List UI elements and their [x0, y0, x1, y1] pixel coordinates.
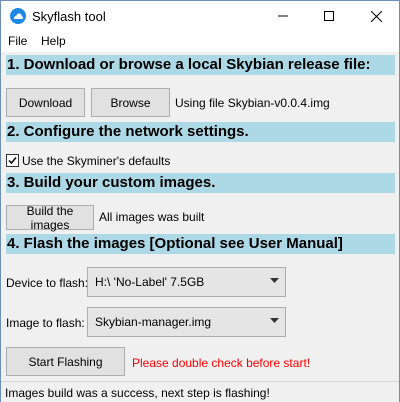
- maximize-icon: [324, 11, 334, 21]
- start-flashing-button[interactable]: Start Flashing: [6, 347, 125, 376]
- browse-button[interactable]: Browse: [91, 88, 170, 117]
- section-network-header: 2. Configure the network settings.: [6, 122, 395, 142]
- release-file-status: Using file Skybian-v0.0.4.img: [175, 96, 330, 110]
- status-message: Images build was a success, next step is…: [5, 386, 270, 400]
- flash-warning: Please double check before start!: [132, 356, 311, 370]
- menu-file[interactable]: File: [8, 34, 27, 48]
- checkmark-icon: [8, 157, 17, 165]
- device-select[interactable]: H:\ 'No-Label' 7.5GB: [87, 267, 286, 297]
- image-select[interactable]: Skybian-manager.img: [87, 307, 286, 337]
- close-button[interactable]: [353, 1, 399, 31]
- skyflash-app-icon: [10, 8, 26, 24]
- skyminer-defaults-checkbox[interactable]: [6, 154, 19, 167]
- build-status: All images was built: [99, 210, 205, 224]
- window-title: Skyflash tool: [32, 9, 106, 24]
- skyminer-defaults-label[interactable]: Use the Skyminer's defaults: [22, 154, 170, 168]
- menu-bar: File Help: [1, 31, 399, 52]
- build-images-button[interactable]: Build the images: [6, 204, 94, 232]
- section-build-header: 3. Build your custom images.: [6, 173, 395, 193]
- close-icon: [370, 10, 382, 22]
- chevron-down-icon: [270, 318, 279, 323]
- device-label: Device to flash:: [6, 276, 89, 290]
- chevron-down-icon: [270, 278, 279, 283]
- status-bar: Images build was a success, next step is…: [1, 381, 399, 402]
- image-label: Image to flash:: [6, 316, 85, 330]
- skyflash-window: Skyflash tool File Help 1. Download or b…: [0, 0, 400, 402]
- menu-help[interactable]: Help: [41, 34, 66, 48]
- maximize-button[interactable]: [306, 1, 352, 31]
- section-download-header: 1. Download or browse a local Skybian re…: [6, 55, 395, 75]
- minimize-icon: [278, 15, 288, 17]
- device-select-value: H:\ 'No-Label' 7.5GB: [95, 275, 205, 289]
- image-select-value: Skybian-manager.img: [95, 315, 212, 329]
- download-button[interactable]: Download: [6, 88, 85, 117]
- title-bar[interactable]: Skyflash tool: [1, 1, 399, 31]
- minimize-button[interactable]: [260, 1, 306, 31]
- section-flash-header: 4. Flash the images [Optional see User M…: [6, 234, 395, 254]
